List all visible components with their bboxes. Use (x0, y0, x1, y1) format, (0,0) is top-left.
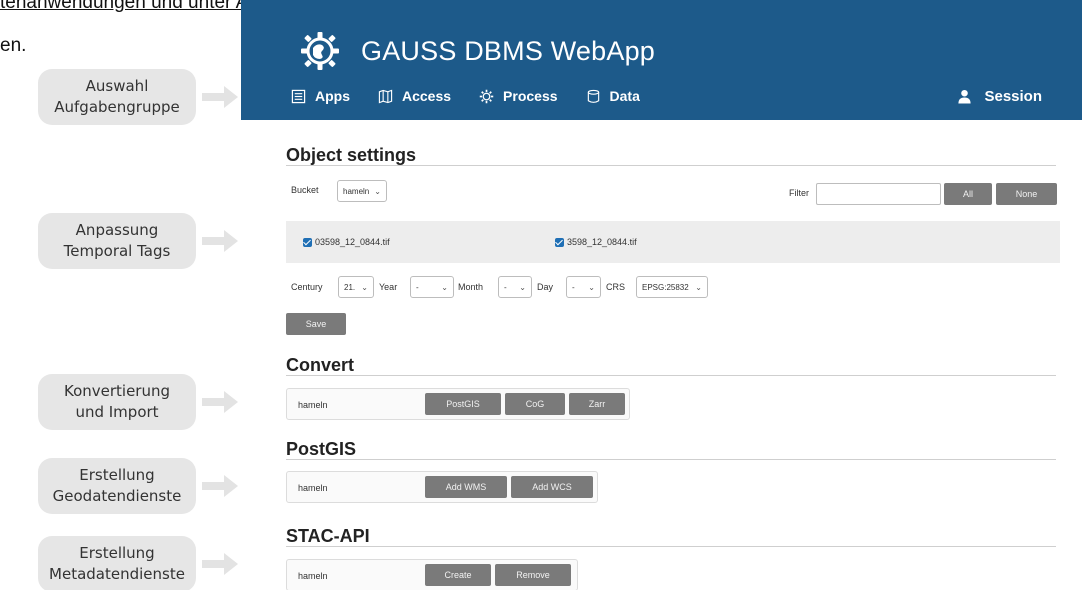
stac-create-button[interactable]: Create (425, 564, 491, 586)
annotation-label-line: Temporal Tags (63, 242, 171, 260)
arrow-right-icon (202, 553, 238, 575)
apps-icon (291, 89, 306, 103)
webapp-screenshot: GAUSS DBMS WebApp Apps Access Process Da… (241, 0, 1082, 590)
annotation-label: Anpassung Temporal Tags (38, 213, 196, 269)
month-select-value: - (504, 282, 507, 292)
year-select-value: - (416, 282, 419, 292)
section-title-postgis: PostGIS (286, 439, 357, 459)
arrow-right-icon (202, 86, 238, 108)
annotation-label-line: Konvertierung (63, 382, 171, 400)
app-title: GAUSS DBMS WebApp (361, 35, 656, 66)
day-label: Day (537, 282, 554, 292)
section-title-convert: Convert (286, 355, 355, 375)
section-divider (286, 375, 1056, 376)
bucket-select[interactable]: hameln ⌄ (337, 180, 387, 202)
annotation-label-line: Anpassung (75, 221, 159, 239)
annotation-label-line: Geodatendienste (52, 487, 182, 505)
convert-row-name: hameln (298, 400, 328, 410)
checkbox-checked-icon[interactable] (303, 237, 312, 247)
map-icon (378, 89, 393, 103)
session-label: Session (984, 88, 1042, 105)
section-divider (286, 459, 1056, 460)
file-item[interactable]: 3598_12_0844.tif (555, 237, 637, 247)
nav-access-label: Access (402, 88, 452, 104)
add-wcs-button[interactable]: Add WCS (511, 476, 593, 498)
file-name: 03598_12_0844.tif (315, 237, 390, 247)
nav-process[interactable]: Process (479, 88, 558, 104)
nav-data[interactable]: Data (586, 88, 640, 104)
top-navbar: GAUSS DBMS WebApp Apps Access Process Da… (241, 0, 1082, 120)
gear-icon (479, 89, 494, 103)
add-wms-button[interactable]: Add WMS (425, 476, 507, 498)
chevron-down-icon: ⌄ (519, 282, 526, 292)
annotation-label-line: Erstellung (79, 466, 155, 484)
document-text-line: en. (0, 35, 27, 56)
filter-input[interactable] (816, 183, 941, 205)
chevron-down-icon: ⌄ (374, 186, 381, 196)
file-item[interactable]: 03598_12_0844.tif (303, 237, 390, 247)
arrow-right-icon (202, 475, 238, 497)
convert-zarr-button[interactable]: Zarr (569, 393, 625, 415)
file-list: 03598_12_0844.tif 3598_12_0844.tif (286, 221, 1060, 263)
year-select[interactable]: - ⌄ (410, 276, 454, 298)
nav-process-label: Process (503, 88, 558, 104)
select-all-button[interactable]: All (944, 183, 992, 205)
bucket-label: Bucket (291, 185, 319, 195)
annotation-label: Erstellung Geodatendienste (38, 458, 196, 514)
filter-label: Filter (789, 188, 809, 198)
gear-globe-logo-icon (301, 32, 339, 70)
user-icon (958, 89, 972, 104)
select-none-button[interactable]: None (996, 183, 1057, 205)
bucket-select-value: hameln (343, 186, 370, 196)
database-icon (587, 89, 599, 103)
file-name: 3598_12_0844.tif (567, 237, 637, 247)
crs-select-value: EPSG:25832 (642, 282, 689, 292)
annotation-label-line: und Import (75, 403, 159, 421)
annotation-label-line: Erstellung (79, 544, 155, 562)
chevron-down-icon: ⌄ (695, 282, 702, 292)
chevron-down-icon: ⌄ (588, 282, 595, 292)
year-label: Year (379, 282, 398, 292)
brand[interactable]: GAUSS DBMS WebApp (299, 30, 655, 72)
crs-select[interactable]: EPSG:25832 ⌄ (636, 276, 708, 298)
day-select[interactable]: - ⌄ (566, 276, 601, 298)
month-select[interactable]: - ⌄ (498, 276, 532, 298)
stac-api-row-name: hameln (298, 571, 328, 581)
main-nav: Apps Access Process Data (291, 88, 668, 104)
chevron-down-icon: ⌄ (361, 282, 368, 292)
section-title-object-settings: Object settings (286, 145, 417, 165)
crs-label: CRS (606, 282, 626, 292)
arrow-right-icon (202, 391, 238, 413)
century-select-value: 21. (344, 282, 356, 292)
session-menu[interactable]: Session (957, 88, 1042, 105)
annotation-label-line: Metadatendienste (49, 565, 185, 583)
convert-cog-button[interactable]: CoG (505, 393, 565, 415)
chevron-down-icon: ⌄ (441, 282, 448, 292)
arrow-right-icon (202, 230, 238, 252)
postgis-row-name: hameln (298, 483, 328, 493)
annotation-label-line: Aufgabengruppe (54, 98, 180, 116)
section-title-stac-api: STAC-API (286, 526, 370, 546)
annotation-label: Auswahl Aufgabengruppe (38, 69, 196, 125)
century-label: Century (291, 282, 323, 292)
annotation-label-line: Auswahl (85, 77, 149, 95)
century-select[interactable]: 21. ⌄ (338, 276, 374, 298)
annotation-label: Konvertierung und Import (38, 374, 196, 430)
checkbox-checked-icon[interactable] (555, 237, 564, 247)
nav-apps-label: Apps (315, 88, 350, 104)
nav-access[interactable]: Access (378, 88, 451, 104)
nav-data-label: Data (609, 88, 640, 104)
section-divider (286, 546, 1056, 547)
stac-remove-button[interactable]: Remove (495, 564, 571, 586)
day-select-value: - (572, 282, 575, 292)
save-button[interactable]: Save (286, 313, 346, 335)
month-label: Month (458, 282, 484, 292)
annotation-label: Erstellung Metadatendienste (38, 536, 196, 590)
convert-postgis-button[interactable]: PostGIS (425, 393, 501, 415)
nav-apps[interactable]: Apps (291, 88, 350, 104)
section-divider (286, 165, 1056, 166)
